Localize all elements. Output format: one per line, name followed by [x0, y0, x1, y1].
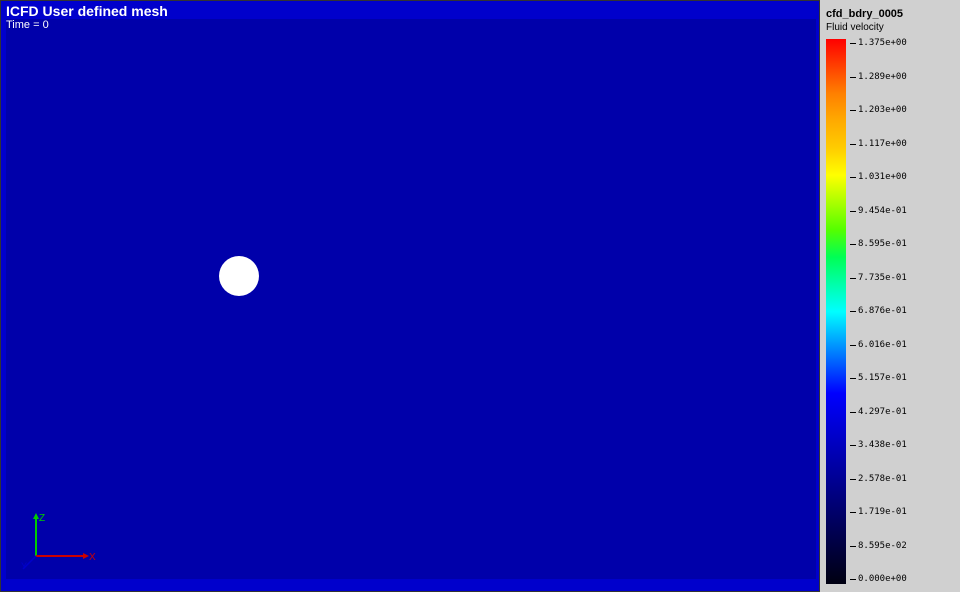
colorbar-label: 6.016e-01: [850, 341, 907, 350]
colorbar-label: 4.297e-01: [850, 408, 907, 417]
colorbar-label: 1.031e+00: [850, 173, 907, 182]
colorbar-value: 1.375e+00: [858, 39, 907, 48]
coordinate-axes: Z X Y: [21, 511, 101, 571]
colorbar-label: 3.438e-01: [850, 441, 907, 450]
simulation-field: [6, 19, 816, 579]
colorbar-tick: [850, 43, 856, 44]
colorbar-tick: [850, 378, 856, 379]
colorbar-tick: [850, 244, 856, 245]
colorbar-label: 7.735e-01: [850, 274, 907, 283]
colorbar-value: 6.016e-01: [858, 341, 907, 350]
colorbar-label: 9.454e-01: [850, 207, 907, 216]
colorbar-value: 1.117e+00: [858, 140, 907, 149]
colorbar-value: 8.595e-02: [858, 542, 907, 551]
colorbar-label: 8.595e-02: [850, 542, 907, 551]
colorbar-tick: [850, 77, 856, 78]
colorbar-value: 7.735e-01: [858, 274, 907, 283]
colorbar-value: 5.157e-01: [858, 374, 907, 383]
colorbar-label: 0.000e+00: [850, 575, 907, 584]
colorbar-value: 9.454e-01: [858, 207, 907, 216]
colorbar-panel: cfd_bdry_0005 Fluid velocity 1.375e+001.…: [820, 0, 960, 592]
colorbar-gradient: [826, 39, 846, 584]
colorbar-label: 1.203e+00: [850, 106, 907, 115]
colorbar-tick: [850, 144, 856, 145]
colorbar-value: 6.876e-01: [858, 307, 907, 316]
colorbar-tick: [850, 311, 856, 312]
colorbar-tick: [850, 412, 856, 413]
colorbar-tick: [850, 546, 856, 547]
colorbar-value: 1.289e+00: [858, 73, 907, 82]
colorbar-tick: [850, 278, 856, 279]
main-container: ICFD User defined mesh Time = 0 Z X Y: [0, 0, 960, 592]
colorbar-label: 1.117e+00: [850, 140, 907, 149]
colorbar-value: 1.203e+00: [858, 106, 907, 115]
colorbar-value: 3.438e-01: [858, 441, 907, 450]
colorbar-tick: [850, 177, 856, 178]
colorbar-tick: [850, 579, 856, 580]
colorbar-value: 0.000e+00: [858, 575, 907, 584]
window-title: ICFD User defined mesh: [6, 3, 168, 19]
colorbar-label: 1.289e+00: [850, 73, 907, 82]
time-label: Time = 0: [6, 19, 49, 31]
colorbar-subtitle: Fluid velocity: [826, 22, 954, 33]
colorbar-label: 1.375e+00: [850, 39, 907, 48]
svg-text:Z: Z: [39, 513, 45, 524]
colorbar-tick: [850, 479, 856, 480]
colorbar-label: 1.719e-01: [850, 508, 907, 517]
svg-text:Y: Y: [21, 561, 27, 571]
colorbar-wrapper: 1.375e+00 1.289e+00 1.203e+00 1.117e+00 1.03…: [826, 39, 954, 584]
colorbar-value: 2.578e-01: [858, 475, 907, 484]
colorbar-value: 1.719e-01: [858, 508, 907, 517]
colorbar-label: 2.578e-01: [850, 475, 907, 484]
colorbar-tick: [850, 445, 856, 446]
colorbar-tick: [850, 110, 856, 111]
colorbar-label: 6.876e-01: [850, 307, 907, 316]
simulation-object-circle: [219, 256, 259, 296]
colorbar-value: 8.595e-01: [858, 240, 907, 249]
colorbar-tick: [850, 211, 856, 212]
colorbar-value: 1.031e+00: [858, 173, 907, 182]
colorbar-labels: 1.375e+00 1.289e+00 1.203e+00 1.117e+00 1.03…: [850, 39, 909, 584]
colorbar-label: 8.595e-01: [850, 240, 907, 249]
simulation-viewport: ICFD User defined mesh Time = 0 Z X Y: [0, 0, 820, 592]
colorbar-value: 4.297e-01: [858, 408, 907, 417]
colorbar-title: cfd_bdry_0005: [826, 8, 954, 20]
colorbar-label: 5.157e-01: [850, 374, 907, 383]
svg-text:X: X: [89, 552, 96, 563]
colorbar-tick: [850, 345, 856, 346]
colorbar-tick: [850, 512, 856, 513]
